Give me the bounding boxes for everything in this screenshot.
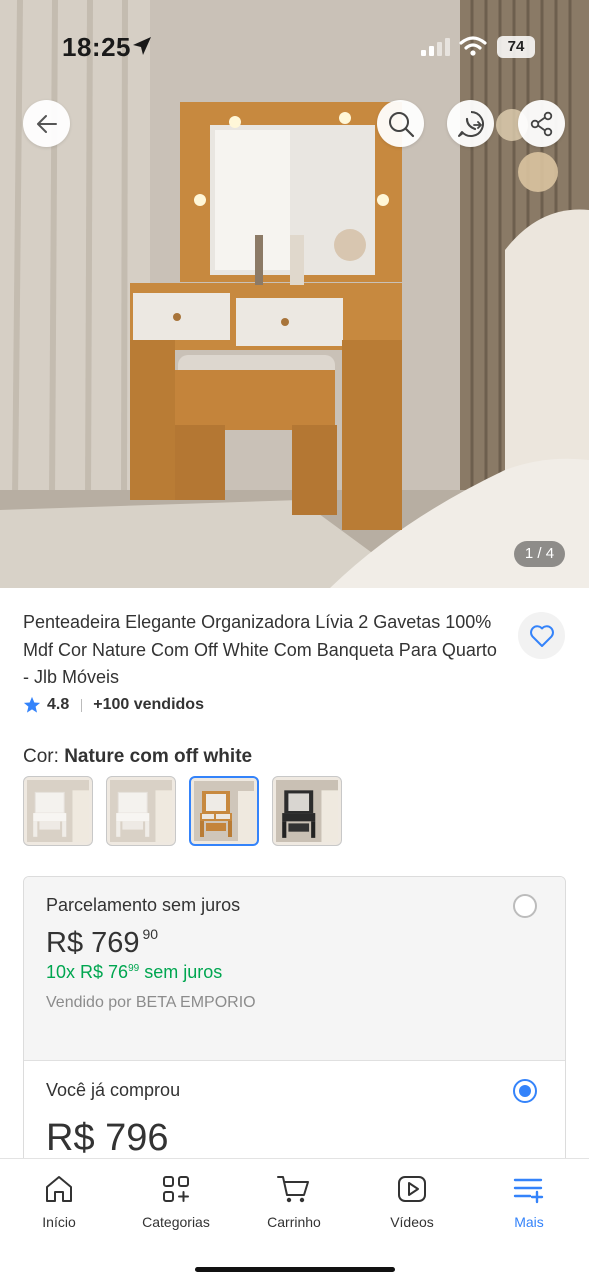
- variant-thumbnail-white-1[interactable]: [23, 776, 93, 846]
- radio-previous-purchase[interactable]: [513, 1079, 537, 1103]
- favorite-button[interactable]: [518, 612, 565, 659]
- seller-info: Vendido por BETA EMPORIO: [46, 994, 256, 1011]
- variant-thumbnail-image: [27, 780, 89, 842]
- variant-thumbnail-white-2[interactable]: [106, 776, 176, 846]
- location-arrow-icon: [133, 37, 151, 55]
- nav-label: Carrinho: [267, 1214, 321, 1230]
- color-value: Nature com off white: [64, 746, 253, 767]
- home-indicator: [195, 1267, 395, 1272]
- variant-thumbnail-image: [110, 780, 172, 842]
- whatsapp-share-button[interactable]: [447, 100, 494, 147]
- rating-row: 4.8 +100 vendidos: [23, 694, 204, 716]
- battery-level: 74: [497, 36, 535, 58]
- payment-options-card: Parcelamento sem juros R$ 769 90 10x R$ 7…: [23, 876, 566, 1176]
- color-variant-list: [23, 776, 342, 846]
- bottom-navigation: Início Categorias Carrinho Vídeos Mais: [0, 1158, 589, 1280]
- price-cents: 90: [142, 926, 159, 942]
- color-label: Cor:: [23, 746, 65, 767]
- previous-purchase-price: R$ 796: [46, 1117, 169, 1159]
- radio-installments[interactable]: [513, 894, 537, 918]
- option-title: Você já comprou: [46, 1080, 181, 1100]
- product-title: Penteadeira Elegante Organizadora Lívia …: [23, 612, 497, 687]
- installment-suffix: sem juros: [139, 962, 223, 982]
- cart-icon: [277, 1176, 309, 1203]
- variant-thumbnail-image: [194, 781, 254, 841]
- heart-icon: [529, 624, 554, 647]
- videos-icon: [398, 1176, 426, 1202]
- whatsapp-icon: [457, 110, 484, 137]
- installments-price: R$ 769 90: [46, 926, 158, 960]
- variant-thumbnail-nature[interactable]: [189, 776, 259, 846]
- search-button[interactable]: [377, 100, 424, 147]
- wifi-icon: [459, 36, 487, 56]
- back-button[interactable]: [23, 100, 70, 147]
- option-title: Parcelamento sem juros: [46, 895, 241, 915]
- installment-cents: 99: [128, 963, 140, 974]
- nav-label: Categorias: [142, 1214, 210, 1230]
- installment-terms: 10x R$ 7699 sem juros: [46, 962, 222, 983]
- star-icon: [23, 696, 41, 713]
- gallery-counter: 1 / 4: [514, 541, 565, 567]
- price-whole: R$ 769: [46, 927, 140, 959]
- nav-label: Vídeos: [390, 1214, 434, 1230]
- arrow-left-icon: [36, 114, 57, 133]
- nav-item-videos[interactable]: Vídeos: [357, 1173, 467, 1230]
- home-icon: [46, 1176, 72, 1202]
- share-icon: [530, 111, 552, 136]
- payment-option-installments[interactable]: Parcelamento sem juros R$ 769 90 10x R$ 7…: [24, 877, 565, 1061]
- nav-item-inicio[interactable]: Início: [4, 1173, 114, 1230]
- color-selector-label: Cor: Nature com off white: [23, 746, 252, 768]
- categories-icon: [163, 1176, 189, 1202]
- rating-divider: [81, 698, 83, 712]
- rating-value: 4.8: [47, 696, 70, 713]
- variant-thumbnail-black[interactable]: [272, 776, 342, 846]
- nav-label: Início: [42, 1214, 76, 1230]
- nav-item-categorias[interactable]: Categorias: [121, 1173, 231, 1230]
- nav-label: Mais: [514, 1214, 544, 1230]
- status-bar: 18:25 74: [0, 0, 589, 90]
- cellular-signal-icon: [421, 38, 450, 56]
- nav-item-carrinho[interactable]: Carrinho: [239, 1173, 349, 1230]
- status-time: 18:25: [62, 32, 131, 62]
- sold-count: +100 vendidos: [93, 696, 204, 713]
- product-image-gallery[interactable]: 18:25 74 1 / 4: [0, 0, 589, 588]
- more-icon: [513, 1178, 544, 1204]
- nav-item-mais[interactable]: Mais: [474, 1173, 584, 1230]
- search-icon: [388, 111, 414, 137]
- variant-thumbnail-image: [276, 780, 338, 842]
- installment-prefix: 10x R$ 76: [46, 962, 129, 982]
- share-button[interactable]: [518, 100, 565, 147]
